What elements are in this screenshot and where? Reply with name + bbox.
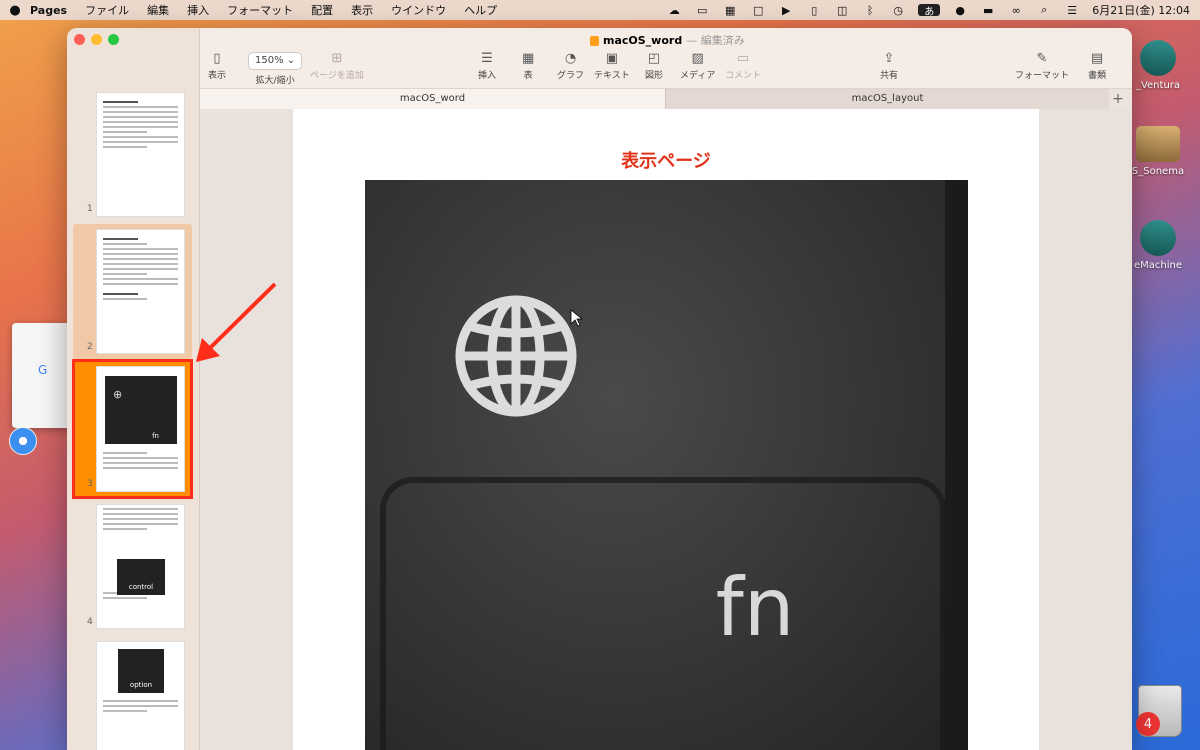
input-method-icon[interactable]: あ	[918, 4, 941, 18]
document-button[interactable]: ▤ 書類	[1088, 50, 1106, 81]
safari-icon[interactable]	[9, 427, 37, 455]
annotation-red-box	[72, 359, 193, 499]
zoom-select[interactable]: 150% ⌄	[248, 52, 303, 70]
time-machine-disk-icon	[1140, 40, 1176, 76]
cloud-icon[interactable]: ☁	[666, 4, 682, 17]
trash-menu-icon[interactable]: ▯	[806, 4, 822, 17]
chart-button[interactable]: ◔ グラフ	[557, 50, 584, 81]
page-number: 4	[87, 617, 93, 627]
chart-icon: ◔	[564, 51, 577, 66]
option-key-thumbnail: option	[118, 649, 164, 693]
media-button[interactable]: ▨ メディア	[680, 50, 715, 81]
tab-macos-word[interactable]: macOS_word	[200, 89, 665, 109]
add-tab-icon[interactable]: +	[1108, 89, 1128, 109]
text-button[interactable]: ▣ テキスト	[594, 50, 630, 81]
menu-help[interactable]: ヘルプ	[464, 2, 497, 18]
user-icon[interactable]: ●	[952, 4, 968, 17]
bluetooth-icon[interactable]: ᛒ	[862, 4, 878, 17]
search-icon[interactable]: ⌕	[1036, 3, 1052, 16]
minimize-window-button[interactable]	[91, 34, 102, 45]
share-icon: ⇪	[883, 51, 895, 66]
fullscreen-window-button[interactable]	[108, 34, 119, 45]
comment-icon: ▭	[736, 51, 750, 66]
google-logo-icon: G	[38, 363, 48, 377]
battery-icon[interactable]: ▬	[980, 4, 996, 17]
pages-document-icon	[590, 36, 599, 46]
screen-mirror-icon[interactable]: ▭	[694, 4, 710, 17]
insert-button[interactable]: ☰ 挿入	[478, 50, 496, 81]
menu-edit[interactable]: 編集	[147, 2, 169, 18]
tab-macos-layout[interactable]: macOS_layout	[665, 89, 1109, 109]
view-button[interactable]: ▯ 表示	[208, 50, 226, 81]
page-thumbnail-2[interactable]	[96, 229, 185, 354]
disk-label: eMachine	[1133, 260, 1182, 271]
shape-button[interactable]: ◰ 図形	[645, 50, 663, 81]
menu-bar: ● Pages ファイル 編集 挿入 フォーマット 配置 表示 ウインドウ ヘル…	[0, 0, 1200, 20]
format-button[interactable]: ✎ フォーマット	[1015, 50, 1069, 81]
menu-arrange[interactable]: 配置	[311, 2, 333, 18]
fn-key-label: fn	[716, 561, 795, 654]
menu-app-name[interactable]: Pages	[30, 4, 67, 17]
time-machine-icon[interactable]: ◷	[890, 4, 906, 17]
page-heading[interactable]: 表示ページ	[293, 147, 1039, 173]
camera-icon[interactable]: ▶	[778, 4, 794, 17]
sidebar-icon: ▯	[213, 51, 221, 66]
clock[interactable]: 6月21日(金) 12:04	[1092, 2, 1190, 18]
document-title: macOS_word — 編集済み	[590, 32, 745, 48]
control-center-icon[interactable]: ☰	[1064, 4, 1080, 17]
apple-menu-icon[interactable]: ●	[0, 3, 30, 18]
globe-icon	[455, 295, 577, 417]
link-icon[interactable]: ∞	[1008, 4, 1024, 17]
insert-icon: ☰	[481, 51, 493, 66]
media-icon: ▨	[691, 51, 704, 66]
document-icon: ▤	[1090, 51, 1104, 66]
page-thumbnail-1[interactable]	[96, 92, 185, 217]
menu-window[interactable]: ウインドウ	[391, 2, 446, 18]
hard-disk-icon	[1136, 126, 1180, 162]
screen-icon[interactable]: □	[750, 4, 766, 17]
fn-key-photo[interactable]: fn	[365, 180, 968, 750]
tab-bar: macOS_word macOS_layout +	[200, 88, 1132, 110]
zoom-button[interactable]: 150% ⌄ 拡大/縮小	[248, 52, 303, 86]
shape-icon: ◰	[647, 51, 661, 66]
menu-file[interactable]: ファイル	[85, 2, 129, 18]
document-page[interactable]: 表示ページ fn	[293, 109, 1039, 750]
table-button[interactable]: ▦ 表	[522, 50, 534, 81]
disk-label: _Ventura	[1135, 80, 1181, 91]
page-thumbnail-4[interactable]: control	[96, 504, 185, 629]
page-thumbnail-5[interactable]: option	[96, 641, 185, 750]
annotation-arrow-icon	[196, 282, 277, 362]
control-key-thumbnail: control	[117, 559, 165, 595]
background-window[interactable]: G	[12, 323, 74, 428]
split-icon[interactable]: ◫	[834, 4, 850, 17]
menu-view[interactable]: 表示	[351, 2, 373, 18]
window-layout-icon[interactable]: ▦	[722, 4, 738, 17]
disk-label: S_Sonema	[1131, 166, 1185, 177]
menu-format[interactable]: フォーマット	[227, 2, 293, 18]
toolbar: macOS_word — 編集済み ▯ 表示 150% ⌄ 拡大/縮小 ⊞ ページを追…	[200, 28, 1132, 90]
close-window-button[interactable]	[74, 34, 85, 45]
menu-insert[interactable]: 挿入	[187, 2, 209, 18]
comment-button[interactable]: ▭ コメント	[725, 50, 761, 81]
page-number: 1	[87, 204, 93, 214]
pages-window: 1 2 ⊕ fn 3 control 4 option macOS_word —…	[67, 28, 1132, 750]
trash-badge: 4	[1136, 712, 1160, 736]
table-icon: ▦	[522, 51, 535, 66]
page-number: 2	[87, 342, 93, 352]
share-button[interactable]: ⇪ 共有	[880, 50, 898, 81]
paintbrush-icon: ✎	[1036, 51, 1048, 66]
add-page-button[interactable]: ⊞ ページを追加	[310, 50, 364, 81]
document-canvas[interactable]: 表示ページ fn	[200, 109, 1132, 750]
add-page-icon: ⊞	[331, 51, 343, 66]
text-box-icon: ▣	[605, 51, 619, 66]
page-thumbnail-sidebar: 1 2 ⊕ fn 3 control 4 option	[67, 28, 200, 750]
time-machine-disk-icon	[1140, 220, 1176, 256]
